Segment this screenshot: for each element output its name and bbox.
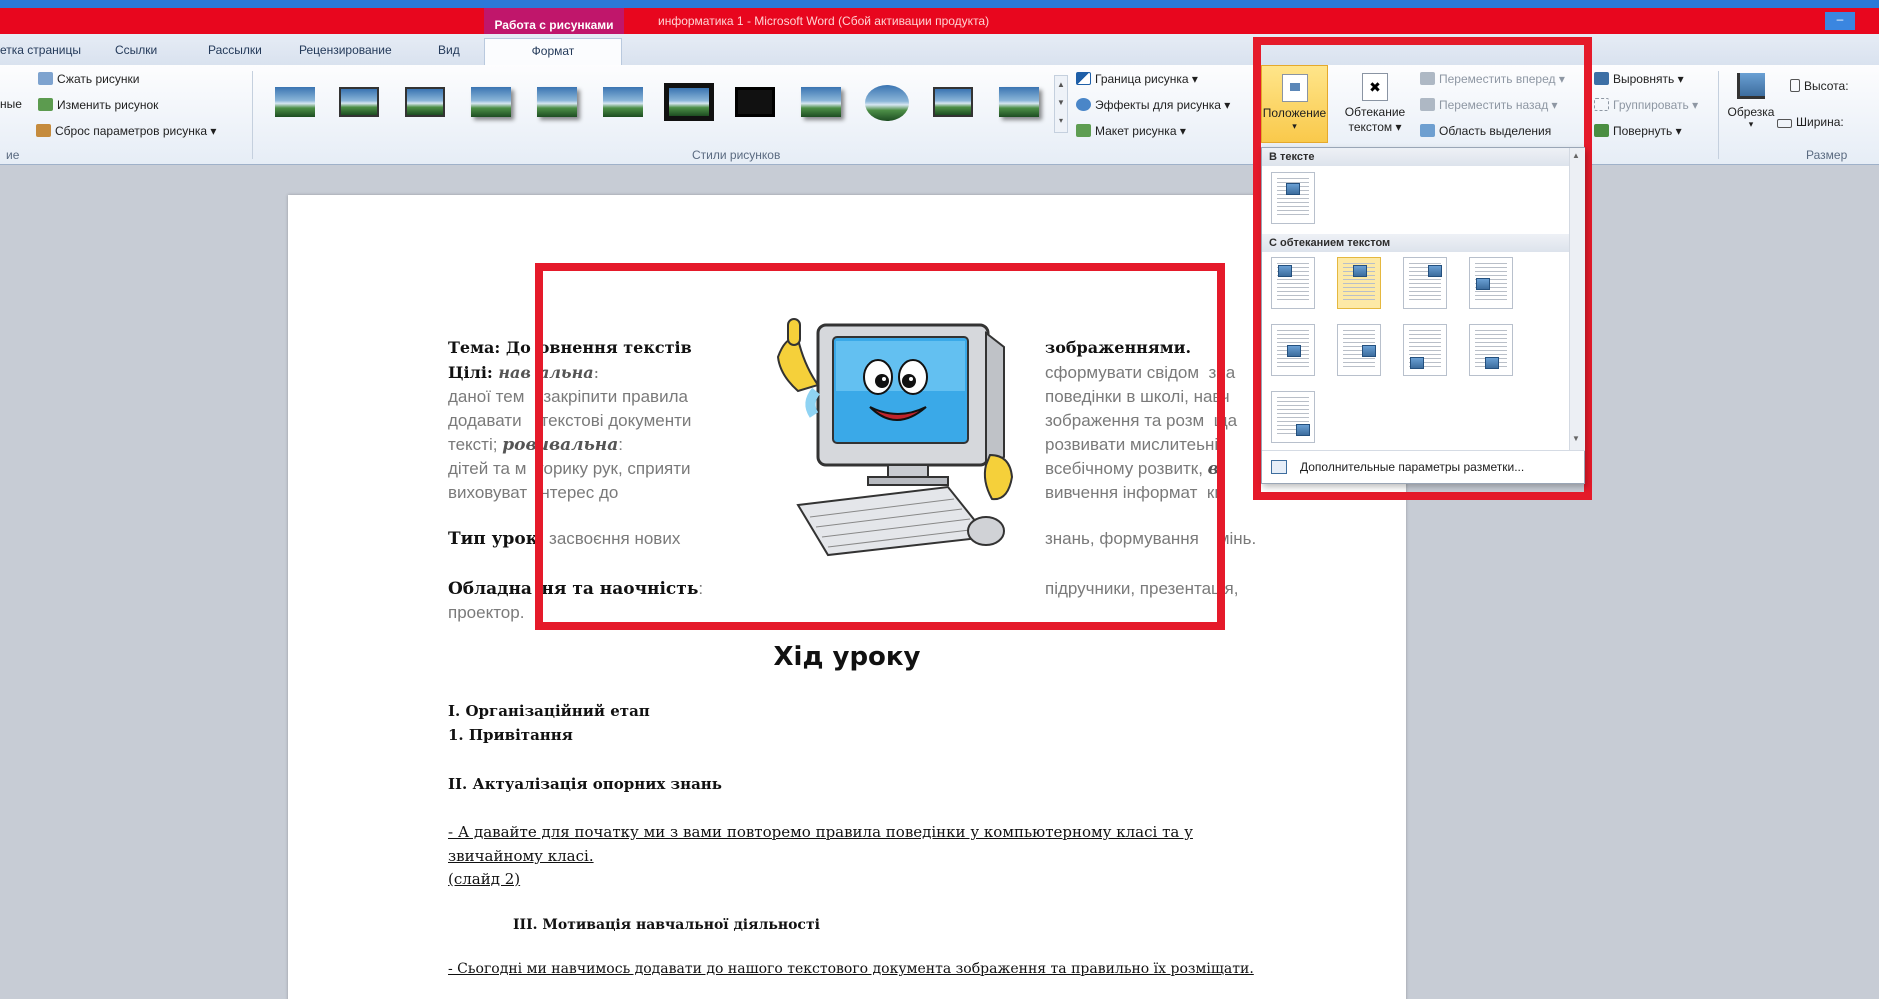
more-layout-options-item[interactable]: Дополнительные параметры разметки... — [1262, 450, 1585, 484]
position-bottom-left-option[interactable] — [1403, 324, 1447, 376]
picture-style-option[interactable] — [334, 81, 384, 123]
align-button[interactable]: Выровнять ▾ — [1594, 72, 1684, 86]
paragraph-rules: - А давайте для початку ми з вами повтор… — [448, 823, 1193, 841]
dropdown-scrollbar[interactable]: ▲ ▼ — [1569, 148, 1585, 450]
position-top-right-option[interactable] — [1403, 257, 1447, 309]
title-bar: информатика 1 - Microsoft Word (Сбой акт… — [0, 8, 1879, 34]
size-group-label: Размер — [1806, 148, 1848, 162]
picture-layout-icon — [1076, 124, 1091, 137]
position-middle-center-option[interactable] — [1271, 324, 1315, 376]
paragraph-rules-2: звичайному класі. — [448, 847, 594, 865]
picture-style-option[interactable] — [664, 81, 714, 123]
ribbon-separator — [252, 71, 253, 159]
rotate-button[interactable]: Повернуть ▾ — [1594, 124, 1682, 138]
picture-border-button[interactable]: Граница рисунка ▾ — [1076, 72, 1198, 86]
position-bottom-center-option[interactable] — [1469, 324, 1513, 376]
width-field[interactable]: Ширина: — [1777, 115, 1844, 129]
group-icon — [1594, 98, 1609, 111]
ribbon-separator — [1718, 71, 1719, 159]
position-middle-right-option[interactable] — [1337, 324, 1381, 376]
picture-border-icon — [1076, 72, 1091, 85]
picture-styles-gallery — [262, 75, 1052, 133]
position-dropdown-menu: В тексте С обтеканием текстом ▲ ▼ Дополн… — [1261, 147, 1585, 484]
position-inline-option[interactable] — [1271, 172, 1315, 224]
tab-review[interactable]: Рецензирование — [299, 43, 392, 57]
group-button[interactable]: Группировать ▾ — [1594, 98, 1698, 112]
tab-mailings[interactable]: Рассылки — [208, 43, 262, 57]
position-middle-left-option[interactable] — [1469, 257, 1513, 309]
minimize-icon[interactable]: – — [1825, 12, 1855, 30]
section-actualization: ІІ. Актуалізація опорних знань — [448, 775, 722, 793]
layout-options-icon — [1271, 460, 1287, 474]
picture-style-option[interactable] — [532, 81, 582, 123]
adjust-group-label: ие — [6, 148, 20, 162]
picture-layout-button[interactable]: Макет рисунка ▾ — [1076, 124, 1186, 138]
picture-effects-button[interactable]: Эффекты для рисунка ▾ — [1076, 98, 1230, 112]
position-top-left-option[interactable] — [1271, 257, 1315, 309]
adjust-fragment-label: ные — [0, 97, 22, 111]
lesson-heading: Хід уроку — [773, 642, 921, 672]
projector-line: проектор. — [448, 603, 525, 622]
width-icon — [1777, 119, 1792, 128]
tab-view[interactable]: Вид — [438, 43, 460, 57]
slide-reference: (слайд 2) — [448, 870, 521, 888]
tab-format[interactable]: Формат — [484, 38, 622, 66]
picture-style-option[interactable] — [862, 81, 912, 123]
picture-style-option[interactable] — [796, 81, 846, 123]
section-organizational: І. Організаційний етап — [448, 702, 650, 720]
align-icon — [1594, 72, 1609, 85]
tab-references[interactable]: Ссылки — [115, 43, 157, 57]
computer-cartoon-image[interactable] — [758, 305, 1016, 565]
rotate-icon — [1594, 124, 1609, 137]
picture-style-option[interactable] — [270, 81, 320, 123]
tab-page-layout[interactable]: етка страницы — [0, 43, 81, 57]
picture-style-option[interactable] — [994, 81, 1044, 123]
compress-pictures-button[interactable]: Сжать рисунки — [38, 72, 139, 86]
change-picture-icon — [38, 98, 53, 111]
ribbon-tabs: етка страницы Ссылки Рассылки Рецензиров… — [0, 34, 1879, 66]
reset-picture-icon — [36, 124, 51, 137]
gallery-scroll[interactable]: ▲ ▼ ▾ — [1054, 75, 1068, 133]
section-greeting: 1. Привітання — [448, 726, 573, 744]
position-bottom-right-option[interactable] — [1271, 391, 1315, 443]
crop-icon — [1737, 73, 1765, 99]
picture-effects-icon — [1076, 98, 1091, 111]
picture-style-option[interactable] — [928, 81, 978, 123]
paragraph-today: - Сьогодні ми навчимось додавати до нашо… — [448, 961, 1254, 977]
in-text-header: В тексте — [1262, 148, 1569, 166]
ribbon: ные Сжать рисунки Изменить рисунок Сброс… — [0, 65, 1879, 165]
crop-button[interactable]: Обрезка ▾ — [1726, 67, 1776, 145]
picture-style-option[interactable] — [730, 81, 780, 123]
picture-style-option[interactable] — [598, 81, 648, 123]
change-picture-button[interactable]: Изменить рисунок — [38, 98, 158, 112]
picture-style-option[interactable] — [400, 81, 450, 123]
height-icon — [1790, 79, 1800, 92]
wrap-header: С обтеканием текстом — [1262, 234, 1569, 252]
compress-pictures-icon — [38, 72, 53, 85]
image-highlight-box — [535, 263, 1225, 630]
position-top-center-option[interactable] — [1337, 257, 1381, 309]
window-title: информатика 1 - Microsoft Word (Сбой акт… — [658, 14, 990, 28]
picture-styles-group-label: Стили рисунков — [692, 148, 781, 162]
reset-picture-button[interactable]: Сброс параметров рисунка ▾ — [36, 124, 216, 138]
window-top-strip — [0, 0, 1879, 8]
section-motivation: ІІІ. Мотивація навчальної діяльності — [513, 917, 820, 933]
height-field[interactable]: Высота: — [1790, 79, 1849, 93]
picture-style-option[interactable] — [466, 81, 516, 123]
